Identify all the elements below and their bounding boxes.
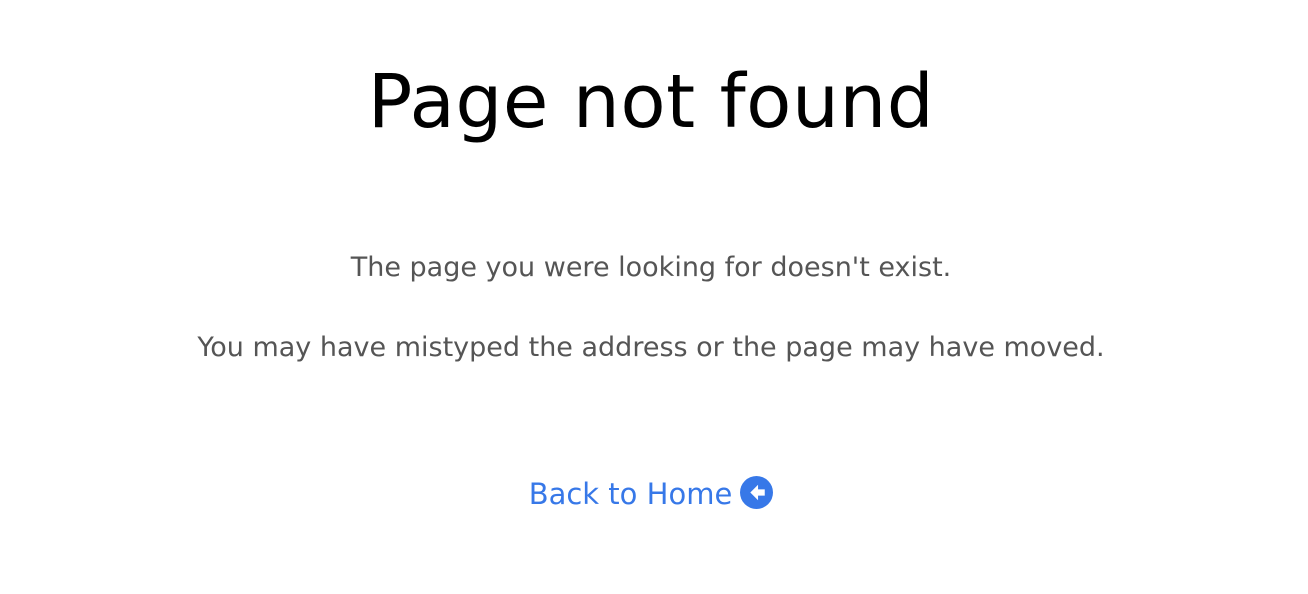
circle-arrow-left-icon [740, 475, 774, 509]
error-message-line-2: You may have mistyped the address or the… [197, 332, 1105, 363]
page-title: Page not found [367, 59, 935, 145]
error-message-line-1: The page you were looking for doesn't ex… [350, 252, 952, 283]
not-found-page: Page not found The page you were looking… [0, 0, 1308, 594]
back-to-home-link[interactable]: Back to Home [0, 472, 1302, 514]
back-to-home-label: Back to Home [528, 477, 733, 511]
